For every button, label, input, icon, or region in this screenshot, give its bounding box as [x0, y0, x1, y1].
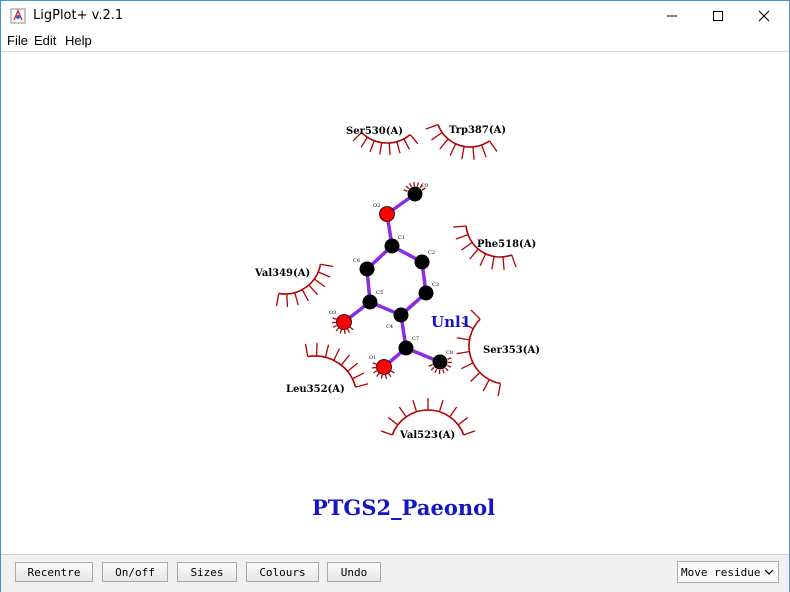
ligplot-app-icon [10, 8, 26, 24]
menu-file[interactable]: File [7, 33, 28, 48]
atom-label-c7: C7 [412, 336, 419, 342]
residue-label-trp387[interactable]: Trp387(A) [449, 125, 506, 136]
residue-label-leu352[interactable]: Leu352(A) [286, 384, 345, 395]
ligand-atoms[interactable] [336, 186, 448, 375]
atom-label-o2: O2 [373, 203, 380, 209]
window-title: LigPlot+ v.2.1 [33, 8, 124, 23]
maximize-button[interactable] [695, 1, 741, 31]
atom-label-c9: C9 [421, 183, 428, 189]
atom-label-c2: C2 [428, 250, 435, 256]
atom-label-o3: O3 [329, 310, 336, 316]
close-icon [758, 10, 770, 22]
minimize-button[interactable] [649, 1, 695, 31]
contact-arc-leu352 [304, 343, 369, 388]
chevron-down-icon [764, 569, 774, 575]
atom-c7[interactable] [398, 340, 414, 356]
atom-o1[interactable] [376, 359, 392, 375]
atom-label-c6: C6 [353, 258, 360, 264]
residue-labels[interactable]: Ser530(A) Trp387(A) Phe518(A) Val349(A) … [254, 125, 540, 441]
minimize-icon [667, 15, 677, 17]
ligand-name[interactable]: Unl1 [431, 313, 471, 331]
atom-label-c3: C3 [432, 282, 439, 288]
mode-dropdown-value: Move residue [681, 566, 761, 579]
atom-c5[interactable] [362, 294, 378, 310]
plot-title[interactable]: PTGS2_Paeonol [312, 495, 495, 520]
atom-c4[interactable] [393, 307, 409, 323]
colours-button[interactable]: Colours [246, 562, 319, 582]
undo-button[interactable]: Undo [327, 562, 381, 582]
atom-label-o1: O1 [369, 355, 376, 361]
atom-o3[interactable] [336, 314, 352, 330]
atom-c2[interactable] [414, 254, 430, 270]
residue-label-ser530[interactable]: Ser530(A) [346, 126, 403, 137]
menu-help[interactable]: Help [65, 33, 92, 48]
atom-label-c5: C5 [376, 290, 383, 296]
atom-label-c4: C4 [386, 324, 393, 330]
atom-label-c8: C8 [446, 350, 453, 356]
app-window: LigPlot+ v.2.1 File Edit Help .arc { fil… [0, 0, 790, 592]
menu-bar: File Edit Help [1, 31, 789, 52]
residue-label-val349[interactable]: Val349(A) [254, 268, 310, 279]
residue-label-phe518[interactable]: Phe518(A) [477, 239, 536, 250]
residue-label-ser353[interactable]: Ser353(A) [483, 345, 540, 356]
onoff-button[interactable]: On/off [102, 562, 168, 582]
bottom-toolbar: Recentre On/off Sizes Colours Undo Move … [1, 554, 789, 592]
ligplot-diagram[interactable]: .arc { fill:none; stroke:#b30000; stroke… [5, 53, 786, 553]
atom-o2[interactable] [379, 206, 395, 222]
atom-c6[interactable] [359, 261, 375, 277]
sizes-button[interactable]: Sizes [177, 562, 237, 582]
plot-canvas[interactable]: .arc { fill:none; stroke:#b30000; stroke… [5, 53, 786, 553]
title-bar: LigPlot+ v.2.1 [1, 1, 789, 31]
menu-edit[interactable]: Edit [34, 33, 56, 48]
atom-label-c1: C1 [398, 235, 405, 241]
atom-c8[interactable] [432, 354, 448, 370]
residue-label-val523[interactable]: Val523(A) [399, 430, 455, 441]
recentre-button[interactable]: Recentre [15, 562, 93, 582]
mode-dropdown[interactable]: Move residue [677, 561, 779, 583]
maximize-icon [713, 11, 723, 21]
close-button[interactable] [741, 1, 787, 31]
